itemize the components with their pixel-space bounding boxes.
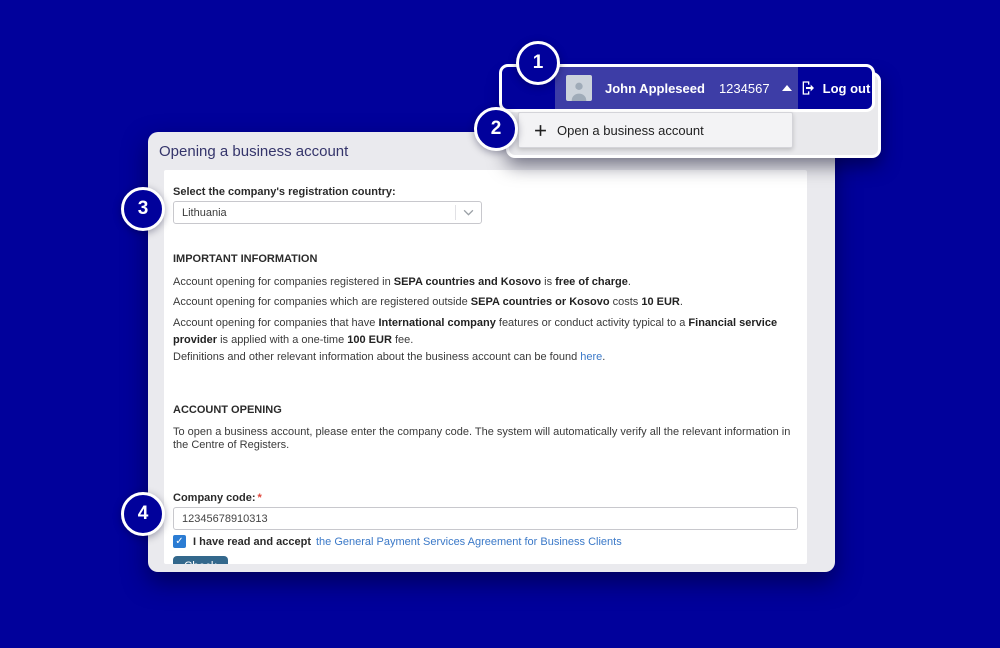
- user-name: John Appleseed: [605, 81, 705, 96]
- text: fee.: [392, 334, 413, 346]
- country-label: Select the company's registration countr…: [173, 186, 798, 198]
- text: .: [680, 296, 683, 308]
- important-info-heading: IMPORTANT INFORMATION: [173, 253, 798, 265]
- required-asterisk: *: [258, 492, 262, 504]
- step-badge-4: 4: [121, 492, 165, 536]
- country-select[interactable]: Lithuania: [173, 201, 482, 224]
- form-card: Select the company's registration countr…: [164, 170, 807, 564]
- text: is: [541, 276, 555, 288]
- business-account-panel: Opening a business account Select the co…: [148, 132, 835, 572]
- user-menu[interactable]: John Appleseed 1234567: [555, 67, 798, 109]
- page-title: Opening a business account: [159, 143, 348, 160]
- text: Account opening for companies that have: [173, 317, 378, 329]
- plus-icon: [534, 124, 547, 137]
- country-select-value: Lithuania: [174, 207, 455, 219]
- step-badge-1: 1: [516, 41, 560, 85]
- here-link[interactable]: here: [580, 351, 602, 363]
- text-bold: 10 EUR: [641, 296, 680, 308]
- text: .: [628, 276, 631, 288]
- check-button[interactable]: Check: [173, 556, 228, 564]
- agreement-link[interactable]: the General Payment Services Agreement f…: [316, 536, 622, 548]
- page-background: John Appleseed 1234567 Log out Open a bu…: [0, 0, 1000, 648]
- info-paragraph-4: Definitions and other relevant informati…: [173, 351, 798, 364]
- text-bold: SEPA countries or Kosovo: [471, 296, 610, 308]
- logout-button[interactable]: Log out: [798, 67, 872, 109]
- text-bold: International company: [378, 317, 495, 329]
- text: Account opening for companies registered…: [173, 276, 394, 288]
- terms-label: I have read and accept: [193, 536, 311, 548]
- company-code-label: Company code:*: [173, 492, 798, 504]
- text: costs: [610, 296, 642, 308]
- text-bold: free of charge: [555, 276, 628, 288]
- label-text: Company code:: [173, 492, 256, 504]
- avatar: [566, 75, 592, 101]
- logout-label: Log out: [823, 81, 871, 96]
- text-bold: 100 EUR: [347, 334, 392, 346]
- logout-icon: [800, 80, 816, 96]
- menu-item-label: Open a business account: [557, 123, 704, 138]
- text: features or conduct activity typical to …: [496, 317, 689, 329]
- text-bold: SEPA countries and Kosovo: [394, 276, 541, 288]
- menu-item-open-business-account[interactable]: Open a business account: [518, 112, 793, 148]
- account-opening-paragraph: To open a business account, please enter…: [173, 426, 798, 452]
- person-icon: [568, 79, 590, 101]
- info-paragraph-3: Account opening for companies that have …: [173, 315, 798, 349]
- text: Account opening for companies which are …: [173, 296, 471, 308]
- terms-row: ✓ I have read and accept the General Pay…: [173, 535, 798, 548]
- chevron-up-icon: [782, 85, 792, 91]
- text: is applied with a one-time: [217, 334, 347, 346]
- text: .: [602, 351, 605, 363]
- company-code-input[interactable]: [173, 507, 798, 530]
- info-paragraph-1: Account opening for companies registered…: [173, 276, 798, 289]
- step-badge-2: 2: [474, 107, 518, 151]
- user-id: 1234567: [719, 81, 770, 96]
- check-icon: ✓: [175, 537, 183, 547]
- account-opening-heading: ACCOUNT OPENING: [173, 404, 798, 416]
- terms-checkbox[interactable]: ✓: [173, 535, 186, 548]
- text: Definitions and other relevant informati…: [173, 351, 580, 363]
- chevron-down-icon: [455, 205, 481, 220]
- info-paragraph-2: Account opening for companies which are …: [173, 296, 798, 309]
- step-badge-3: 3: [121, 187, 165, 231]
